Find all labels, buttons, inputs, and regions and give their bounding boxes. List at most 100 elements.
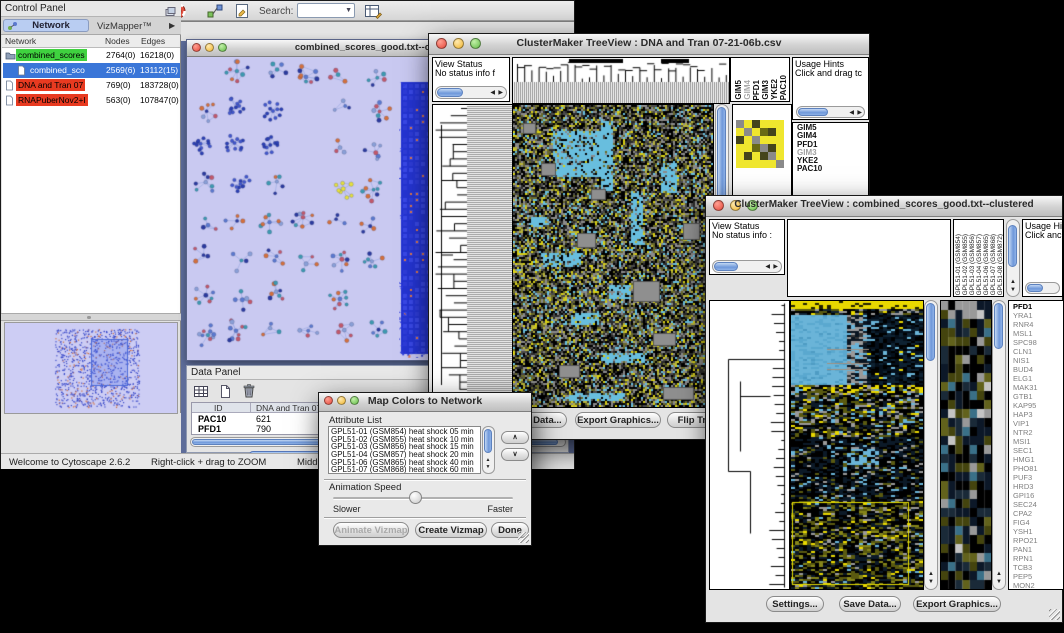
view-status-text: No status info :	[712, 230, 772, 240]
treeview1-titlebar[interactable]: ClusterMaker TreeView : DNA and Tran 07-…	[429, 34, 869, 55]
view-status-hscrollbar[interactable]: ◀ ▶	[712, 260, 782, 273]
tv2-zoom-heatmap[interactable]	[940, 300, 992, 590]
tab-network[interactable]: Network	[3, 19, 89, 32]
tv1-row-dendrogram[interactable]	[432, 104, 513, 408]
network-list-row[interactable]: combined_sco2569(6)13112(15)	[3, 63, 180, 78]
network-list-row[interactable]: DNA and Tran 07769(0)183728(0)	[3, 78, 180, 93]
matrix-cell	[752, 136, 760, 144]
network-tab-icon	[7, 21, 19, 34]
slider-thumb[interactable]	[409, 491, 422, 504]
tv2-collabel-vscrollbar[interactable]: ▲ ▼	[1006, 219, 1020, 297]
scroll-left-icon[interactable]: ◀	[849, 110, 854, 116]
scroll-up-icon[interactable]: ▲	[486, 457, 491, 463]
tv2-gene-label: YRA1	[1011, 311, 1063, 320]
data-panel-title: Data Panel	[191, 367, 240, 378]
scroll-up-icon[interactable]: ▲	[1010, 279, 1016, 285]
scroll-right-icon[interactable]: ▶	[857, 110, 862, 116]
tv2-save-data-button[interactable]: Save Data...	[839, 596, 901, 612]
search-input[interactable]: ▼	[297, 3, 355, 18]
scrollbar-thumb[interactable]	[798, 108, 828, 116]
animation-speed-slider[interactable]	[333, 497, 513, 500]
dialog-titlebar[interactable]: Map Colors to Network	[319, 393, 531, 412]
tab-overflow-arrow[interactable]: ▶	[169, 21, 175, 30]
column-header-nodes[interactable]: Nodes	[105, 36, 130, 46]
tv2-gene-label: PHO81	[1011, 464, 1063, 473]
matrix-cell	[744, 152, 752, 160]
edges-count: 16218(0)	[140, 50, 174, 60]
tv2-zoom-vscrollbar[interactable]: ▲ ▼	[992, 300, 1006, 590]
usage-hints-hscrollbar[interactable]: ◀ ▶	[796, 106, 865, 118]
scrollbar-thumb[interactable]	[926, 303, 935, 361]
scroll-down-icon[interactable]: ▼	[486, 464, 491, 470]
scroll-left-icon[interactable]: ◀	[765, 264, 770, 270]
plugin-icon[interactable]	[206, 2, 224, 25]
tv1-column-label: GIM3	[761, 80, 770, 100]
scrollbar-thumb[interactable]	[1008, 225, 1017, 267]
scrollbar-thumb[interactable]	[994, 303, 1003, 349]
birdseye-view[interactable]	[4, 322, 178, 414]
tv2-export-graphics-button[interactable]: Export Graphics...	[913, 596, 1001, 612]
scroll-down-icon[interactable]: ▼	[996, 579, 1002, 585]
tv2-row-dendrogram[interactable]	[709, 300, 790, 590]
tv1-export-graphics-button[interactable]: Export Graphics...	[575, 412, 661, 428]
panel-splitter[interactable]	[1, 313, 181, 321]
scroll-down-icon[interactable]: ▼	[1010, 287, 1016, 293]
scroll-right-icon[interactable]: ▶	[773, 264, 778, 270]
matrix-cell	[760, 136, 768, 144]
tv1-column-dendrogram[interactable]	[512, 57, 730, 104]
scrollbar-thumb[interactable]	[1027, 284, 1043, 292]
tv2-gene-label: MON2	[1011, 581, 1063, 590]
tv2-gene-labels: PFD1YRA1RNR4MSL1SPC98CLN1NIS1BUD4ELG1MAK…	[1008, 300, 1064, 590]
tv2-column-labels: GPL51-01 (GSM854)GPL51-02 (GSM855)GPL51-…	[953, 219, 1004, 297]
scroll-left-icon[interactable]: ◀	[490, 90, 495, 96]
tv2-column-dendrogram[interactable]	[787, 219, 951, 297]
delete-attribute-trash-icon[interactable]	[241, 383, 257, 404]
tv1-heatmap[interactable]	[512, 104, 714, 408]
new-attribute-icon[interactable]	[217, 384, 233, 404]
network-list: combined_scores2764(0)16218(0)combined_s…	[2, 48, 180, 313]
attribute-table-icon[interactable]	[193, 384, 209, 404]
scrollbar-thumb[interactable]	[714, 262, 738, 271]
cell-id: PFD1	[198, 424, 221, 434]
scroll-up-icon[interactable]: ▲	[996, 571, 1002, 577]
scrollbar-thumb[interactable]	[484, 429, 492, 453]
control-panel: Control Panel Network VizMapper™ ▶ Netwo…	[1, 1, 181, 413]
column-header-edges[interactable]: Edges	[141, 36, 165, 46]
resize-grip[interactable]	[1049, 609, 1060, 620]
resize-grip[interactable]	[518, 532, 529, 543]
move-up-button[interactable]: ∧	[501, 431, 529, 444]
create-vizmap-button[interactable]: Create Vizmap	[415, 522, 487, 538]
tv2-gene-label: HAP3	[1011, 410, 1063, 419]
network-list-row[interactable]: RNAPuberNov2+I563(0)107847(0)	[3, 93, 180, 108]
tv2-settings-button[interactable]: Settings...	[766, 596, 824, 612]
annotation-icon[interactable]	[233, 2, 251, 25]
tv1-mini-matrix[interactable]	[736, 120, 784, 168]
scroll-down-icon[interactable]: ▼	[928, 579, 934, 585]
attribute-list-item[interactable]: GPL51-07 (GSM868) heat shock 60 min	[329, 466, 480, 474]
matrix-cell	[744, 120, 752, 128]
animate-vizmap-button[interactable]: Animate Vizmap	[333, 522, 409, 538]
tv2-gene-label: HMG1	[1011, 455, 1063, 464]
view-status-hscrollbar[interactable]: ◀ ▶	[435, 86, 507, 99]
move-down-button[interactable]: ∨	[501, 448, 529, 461]
scroll-up-icon[interactable]: ▲	[928, 571, 934, 577]
attribute-list-vscrollbar[interactable]: ▲ ▼	[482, 426, 495, 474]
network-list-row[interactable]: combined_scores2764(0)16218(0)	[3, 48, 180, 63]
network-canvas[interactable]	[189, 58, 397, 358]
tv2-gene-label: TCB3	[1011, 563, 1063, 572]
tv2-heatmap[interactable]	[790, 300, 924, 590]
tv2-heatmap-vscrollbar[interactable]: ▲ ▼	[924, 300, 938, 590]
matrix-cell	[736, 152, 744, 160]
column-header-network[interactable]: Network	[5, 36, 36, 46]
scrollbar-thumb[interactable]	[437, 88, 463, 97]
animation-speed-label: Animation Speed	[329, 482, 401, 493]
scroll-right-icon[interactable]: ▶	[498, 90, 503, 96]
attribute-list[interactable]: GPL51-01 (GSM854) heat shock 05 minGPL51…	[328, 426, 481, 474]
chevron-down-icon[interactable]: ▼	[345, 7, 352, 14]
attr-col-id[interactable]: ID	[214, 403, 223, 413]
treeview2-titlebar[interactable]: ClusterMaker TreeView : combined_scores_…	[706, 196, 1062, 217]
usage-hints-hscrollbar[interactable]	[1025, 282, 1060, 294]
table-edit-icon[interactable]	[363, 2, 383, 25]
tab-vizmapper[interactable]: VizMapper™	[97, 21, 152, 32]
tv2-gene-label: NTR2	[1011, 428, 1063, 437]
